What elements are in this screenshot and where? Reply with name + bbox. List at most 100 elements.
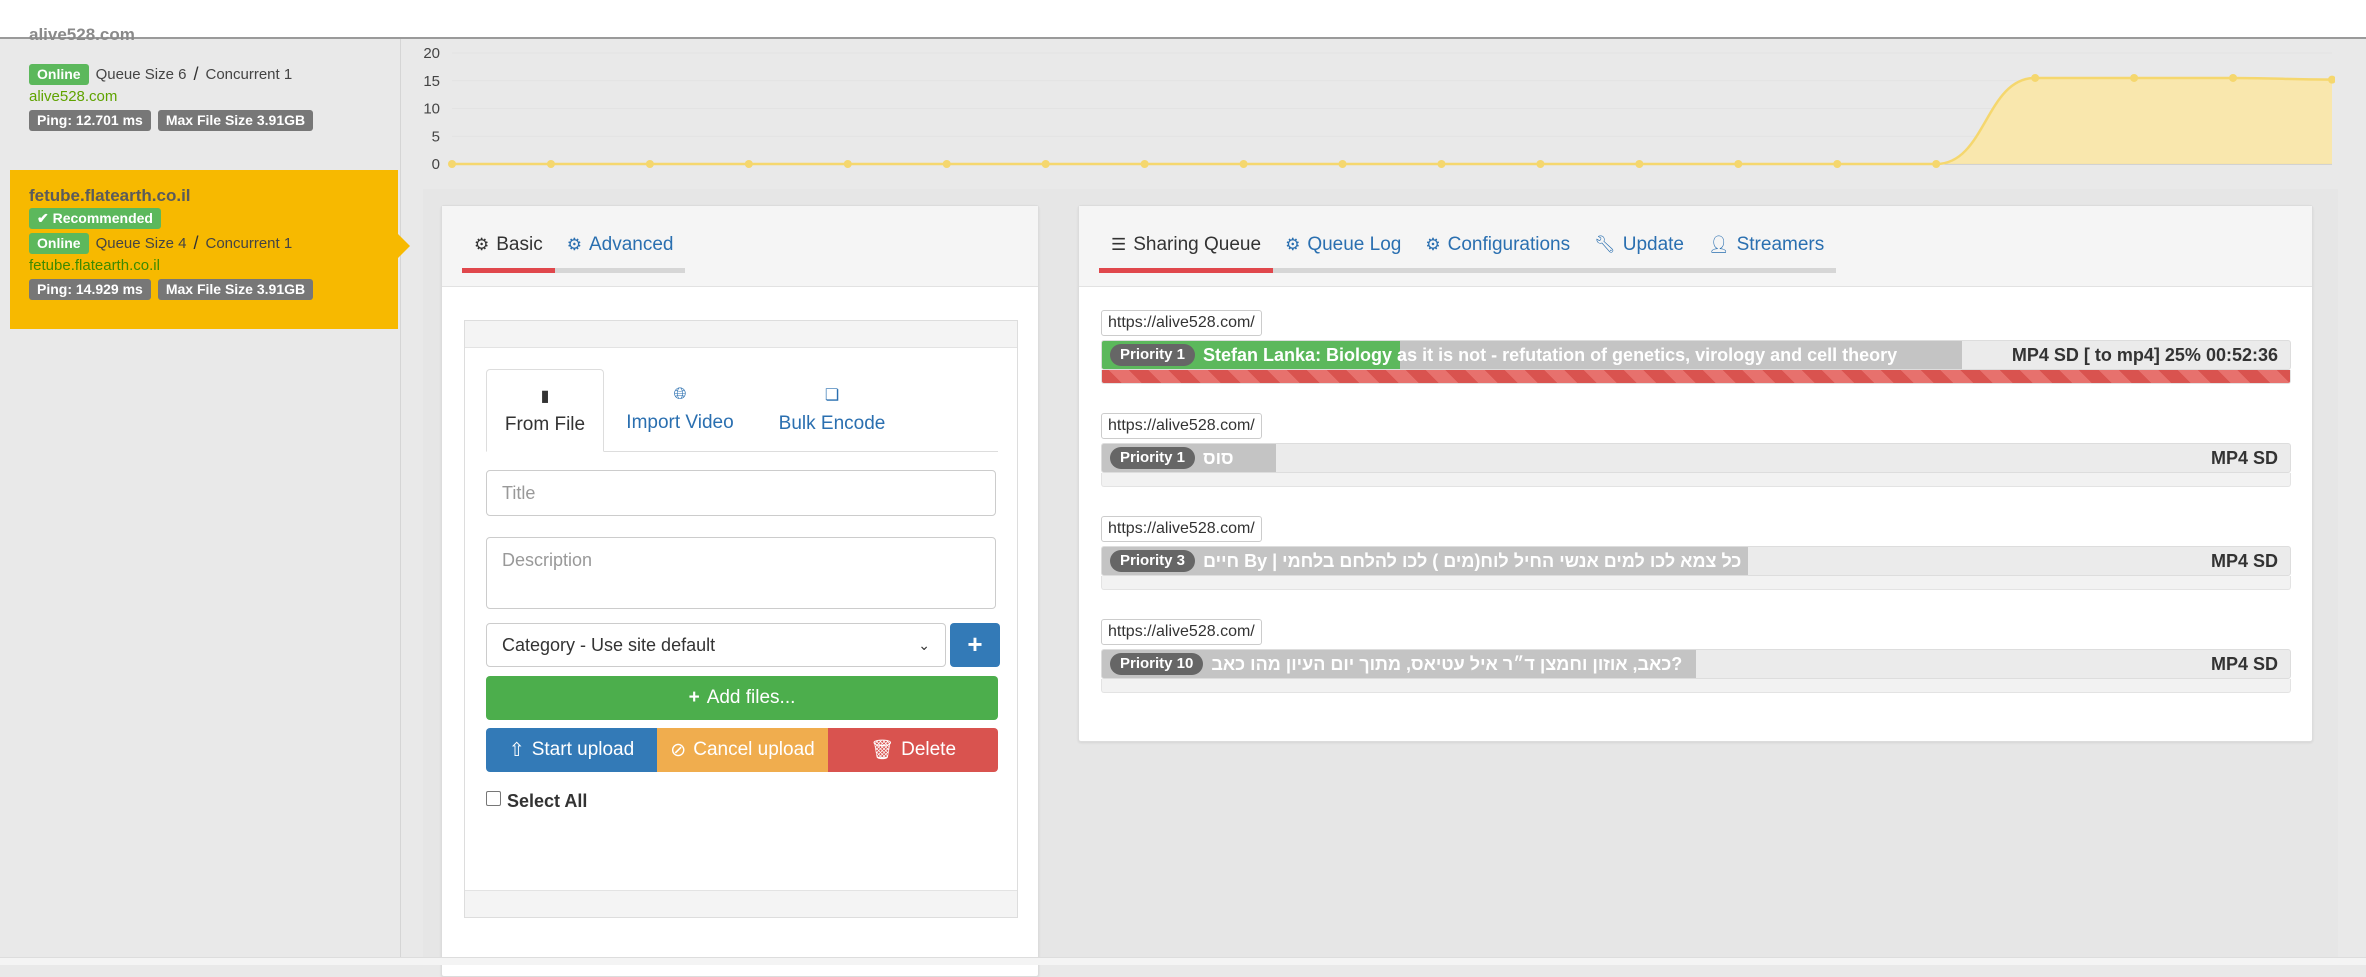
chart-point — [843, 160, 852, 168]
description-textarea[interactable]: Description — [486, 537, 996, 609]
cancel-upload-button[interactable]: ⊘ Cancel upload — [657, 728, 828, 772]
tab-label: Basic — [496, 234, 543, 255]
subtab-label: From File — [504, 413, 586, 435]
files-icon: ❏ — [824, 387, 840, 404]
tab-basic[interactable]: ⚙ Basic — [462, 234, 555, 273]
select-all-checkbox[interactable] — [486, 791, 501, 806]
server-link[interactable]: alive528.com — [29, 88, 398, 105]
server-name: alive528.com — [29, 25, 135, 43]
max-file-badge: Max File Size 3.91GB — [157, 110, 314, 131]
concurrent: Concurrent 1 — [205, 66, 293, 83]
tab-label: Update — [1622, 234, 1685, 255]
file-icon: ▮ — [540, 387, 550, 405]
queue-item-url: https://alive528.com/ — [1101, 310, 1262, 336]
chart-point — [1041, 160, 1050, 168]
select-all[interactable]: Select All — [486, 791, 587, 812]
upload-source-tabs: ▮ From File 🌐︎ Import Video ❏ Bulk Encod… — [486, 369, 998, 452]
recommended-badge: ✔ Recommended — [29, 208, 161, 229]
tab-label: Advanced — [588, 234, 674, 255]
chart-point — [1338, 160, 1347, 168]
tab-streamers[interactable]: 👤︎ Streamers — [1696, 234, 1837, 273]
chart-point — [744, 160, 753, 168]
y-tick-label: 20 — [423, 45, 440, 62]
ban-icon: ⊘ — [670, 739, 687, 761]
category-select[interactable]: Category - Use site default ⌄ — [486, 623, 946, 667]
tab-label: Queue Log — [1307, 234, 1402, 255]
upload-panel-header: ⚙ Basic ⚙ Advanced — [442, 206, 1038, 287]
queue-item[interactable]: https://alive528.com/ Priority 1 Stefan … — [1101, 310, 2291, 384]
queue-item-bar: Priority 3 חיים By | כל צמא לכו למים אנש… — [1101, 546, 2291, 576]
button-label: Delete — [901, 739, 957, 760]
queue-item-bar: Priority 1 Stefan Lanka: Biology as it i… — [1101, 340, 2291, 370]
queue-item[interactable]: https://alive528.com/ Priority 10 כאב, א… — [1101, 619, 2291, 693]
add-files-button[interactable]: + Add files... — [486, 676, 998, 720]
status-badge: Online — [29, 233, 89, 254]
check-icon: ✔ — [37, 210, 49, 226]
plus-icon: + — [688, 687, 700, 708]
subtab-label: Bulk Encode — [778, 413, 886, 434]
queue-item-format: MP4 SD [ to mp4] 25% 00:52:36 — [2011, 345, 2278, 365]
subtab-import-video[interactable]: 🌐︎ Import Video — [604, 369, 756, 451]
chart-point — [1437, 160, 1446, 168]
y-tick-label: 10 — [423, 101, 440, 118]
queue-panel: ☰ Sharing Queue ⚙ Queue Log ⚙ Configurat… — [1078, 205, 2313, 742]
priority-badge: Priority 1 — [1110, 447, 1196, 469]
gear-icon: ⚙ — [1425, 235, 1441, 254]
tab-configurations[interactable]: ⚙ Configurations — [1413, 234, 1583, 273]
tab-update[interactable]: 🔧︎ Update — [1582, 234, 1697, 273]
button-label: Cancel upload — [693, 739, 815, 760]
subtab-bulk-encode[interactable]: ❏ Bulk Encode — [756, 369, 908, 451]
server-link[interactable]: fetube.flatearth.co.il — [29, 257, 398, 274]
queue-item-progress — [1101, 473, 2291, 487]
add-category-button[interactable]: + — [950, 623, 1000, 667]
concurrent: Concurrent 1 — [205, 235, 293, 252]
chevron-down-icon: ⌄ — [918, 637, 930, 653]
chart-point — [1932, 160, 1941, 168]
chart-point — [645, 160, 654, 168]
chart-point — [2229, 73, 2238, 82]
gear-icon: ⚙ — [1285, 235, 1301, 254]
server-item-fetube[interactable]: fetube.flatearth.co.il ✔ Recommended Onl… — [10, 170, 410, 329]
subtab-from-file[interactable]: ▮ From File — [486, 369, 604, 452]
title-input[interactable]: Title — [486, 470, 996, 516]
queue-item-progress — [1101, 370, 2291, 384]
queue-item-bar: Priority 10 כאב, אוזון וחמצן ד״ר איל עטי… — [1101, 649, 2291, 679]
max-file-badge: Max File Size 3.91GB — [157, 279, 314, 300]
queue-item-progress — [1101, 576, 2291, 590]
tab-label: Streamers — [1736, 234, 1825, 255]
plus-icon: + — [967, 629, 983, 659]
priority-badge: Priority 10 — [1110, 653, 1204, 675]
queue-item-url: https://alive528.com/ — [1101, 413, 1262, 439]
tab-sharing-queue[interactable]: ☰ Sharing Queue — [1099, 234, 1274, 273]
queue-item-url: https://alive528.com/ — [1101, 516, 1262, 542]
queue-item[interactable]: https://alive528.com/ Priority 3 חיים By… — [1101, 516, 2291, 590]
tab-queue-log[interactable]: ⚙ Queue Log — [1273, 234, 1414, 273]
queue-item-format: MP4 SD — [2210, 654, 2278, 674]
y-tick-label: 15 — [423, 73, 440, 90]
server-item-alive528[interactable]: alive528.com Online Queue Size 6 / Concu… — [10, 25, 398, 165]
form-box-footer — [465, 890, 1017, 917]
trash-icon: 🗑︎ — [869, 740, 895, 761]
upload-panel: ⚙ Basic ⚙ Advanced ▮ From File 🌐︎ Import… — [441, 205, 1039, 977]
upload-circle-icon: ⇧ — [508, 739, 525, 761]
queue-size: Queue Size 4 — [95, 235, 187, 252]
queue-item[interactable]: https://alive528.com/ Priority 1 סוס MP4… — [1101, 413, 2291, 487]
queue-item-title: כאב, אוזון וחמצן ד״ר איל עטיאס, מתוך יום… — [1211, 653, 1683, 674]
chart-point — [1140, 160, 1149, 168]
chart-point — [1536, 160, 1545, 168]
server-name: fetube.flatearth.co.il — [29, 186, 191, 205]
ping-badge: Ping: 12.701 ms — [29, 110, 151, 131]
upload-form-box: ▮ From File 🌐︎ Import Video ❏ Bulk Encod… — [464, 320, 1018, 918]
tab-advanced[interactable]: ⚙ Advanced — [554, 234, 686, 273]
queue-item-progress — [1101, 679, 2291, 693]
delete-button[interactable]: 🗑︎ Delete — [828, 728, 998, 772]
y-tick-label: 5 — [432, 128, 440, 145]
chart-point — [2031, 73, 2040, 82]
chart-point — [448, 160, 456, 168]
server-icon: ☰ — [1111, 235, 1127, 254]
separator: / — [193, 64, 199, 84]
chart-area — [452, 77, 2332, 164]
status-badge: Online — [29, 64, 89, 85]
queue-item-url: https://alive528.com/ — [1101, 619, 1262, 645]
start-upload-button[interactable]: ⇧ Start upload — [486, 728, 657, 772]
